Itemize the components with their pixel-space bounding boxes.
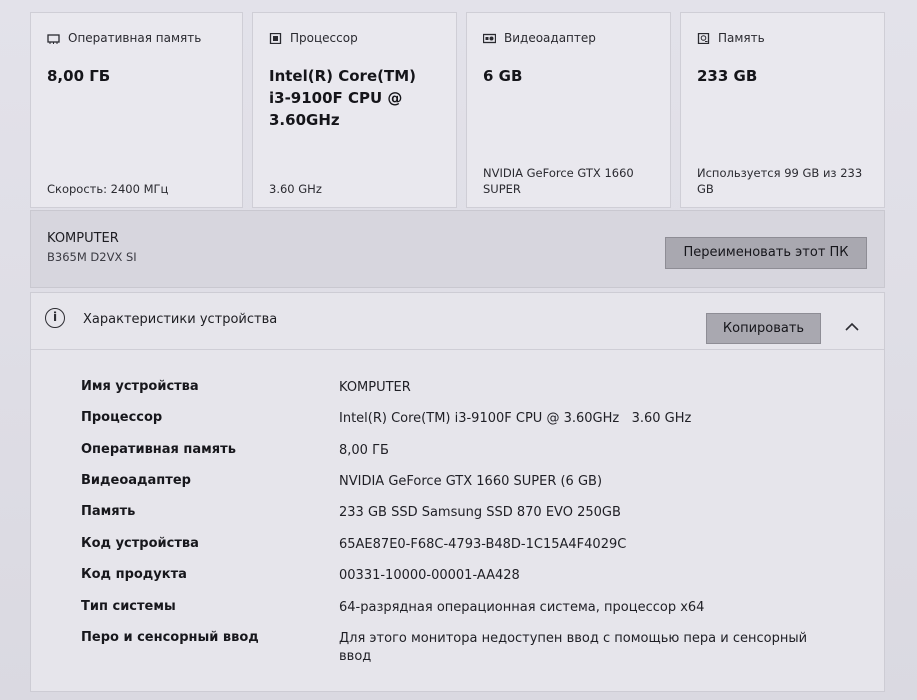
spec-value: NVIDIA GeForce GTX 1660 SUPER (6 GB)	[339, 474, 603, 489]
copy-button[interactable]: Копировать	[706, 313, 821, 344]
card-storage-title: Память	[718, 31, 765, 45]
card-gpu-value: 6 GB	[483, 67, 523, 85]
pc-model: B365M D2VX SI	[47, 250, 137, 264]
spec-value[interactable]: 00331-10000-00001-AA428	[339, 567, 829, 585]
spec-value[interactable]: 65AE87E0-F68C-4793-B48D-1C15A4F4029C	[339, 536, 829, 554]
spec-label: Имя устройства	[81, 379, 199, 394]
device-specs-title: Характеристики устройства	[83, 312, 278, 327]
graphics-card-icon	[482, 33, 497, 44]
memory-chip-icon	[47, 33, 60, 44]
spec-label: Память	[81, 504, 136, 519]
pc-name: KOMPUTER	[47, 231, 119, 246]
card-gpu: Видеоадаптер 6 GB NVIDIA GeForce GTX 166…	[466, 12, 671, 208]
processor-icon	[269, 32, 282, 44]
spec-value: Для этого монитора недоступен ввод с пом…	[339, 631, 808, 664]
card-cpu-value: Intel(R) Core(TM) i3-9100F CPU @ 3.60GHz	[269, 67, 416, 129]
storage-drive-icon	[697, 32, 710, 44]
spec-value: 64-разрядная операционная система, проце…	[339, 600, 705, 615]
spec-label: Видеоадаптер	[81, 473, 191, 488]
pc-name-bar: KOMPUTER B365M D2VX SI Переименовать это…	[30, 210, 885, 288]
card-ram-value: 8,00 ГБ	[47, 67, 111, 85]
spec-label: Тип системы	[81, 599, 176, 614]
card-cpu-header: Процессор	[269, 31, 358, 45]
card-storage-header: Память	[697, 31, 765, 45]
spec-label: Код продукта	[81, 567, 187, 582]
spec-value: 233 GB SSD Samsung SSD 870 EVO 250GB	[339, 505, 621, 520]
card-storage-footer: Используется 99 GB из 233 GB	[697, 166, 863, 196]
spec-value: Intel(R) Core(TM) i3-9100F CPU @ 3.60GHz…	[339, 411, 692, 426]
device-specs-section: i Характеристики устройства Копировать И…	[30, 292, 885, 692]
card-ram-title: Оперативная память	[68, 31, 202, 45]
card-cpu-footer: 3.60 GHz	[269, 182, 322, 196]
card-storage: Память 233 GB Используется 99 GB из 233 …	[680, 12, 885, 208]
chevron-up-icon[interactable]	[843, 319, 861, 333]
card-gpu-header: Видеоадаптер	[482, 31, 596, 45]
system-about-page: Оперативная память 8,00 ГБ Скорость: 240…	[0, 0, 917, 700]
card-gpu-footer: NVIDIA GeForce GTX 1660 SUPER	[483, 166, 634, 196]
device-specs-header[interactable]: i Характеристики устройства Копировать	[31, 293, 884, 350]
spec-label: Оперативная память	[81, 442, 236, 457]
spec-value: KOMPUTER	[339, 380, 411, 395]
spec-value: 8,00 ГБ	[339, 443, 389, 458]
spec-label: Процессор	[81, 410, 163, 425]
card-cpu: Процессор Intel(R) Core(TM) i3-9100F CPU…	[252, 12, 457, 208]
card-ram-header: Оперативная память	[47, 31, 201, 45]
spec-label: Перо и сенсорный ввод	[81, 630, 259, 645]
card-cpu-title: Процессор	[290, 31, 358, 45]
card-ram-footer: Скорость: 2400 МГц	[47, 182, 169, 196]
card-gpu-title: Видеоадаптер	[504, 31, 596, 45]
card-ram: Оперативная память 8,00 ГБ Скорость: 240…	[30, 12, 243, 208]
spec-cards: Оперативная память 8,00 ГБ Скорость: 240…	[30, 12, 885, 208]
spec-label: Код устройства	[81, 536, 199, 551]
card-storage-value: 233 GB	[697, 67, 758, 85]
info-icon: i	[45, 308, 65, 328]
rename-pc-button[interactable]: Переименовать этот ПК	[665, 237, 867, 269]
